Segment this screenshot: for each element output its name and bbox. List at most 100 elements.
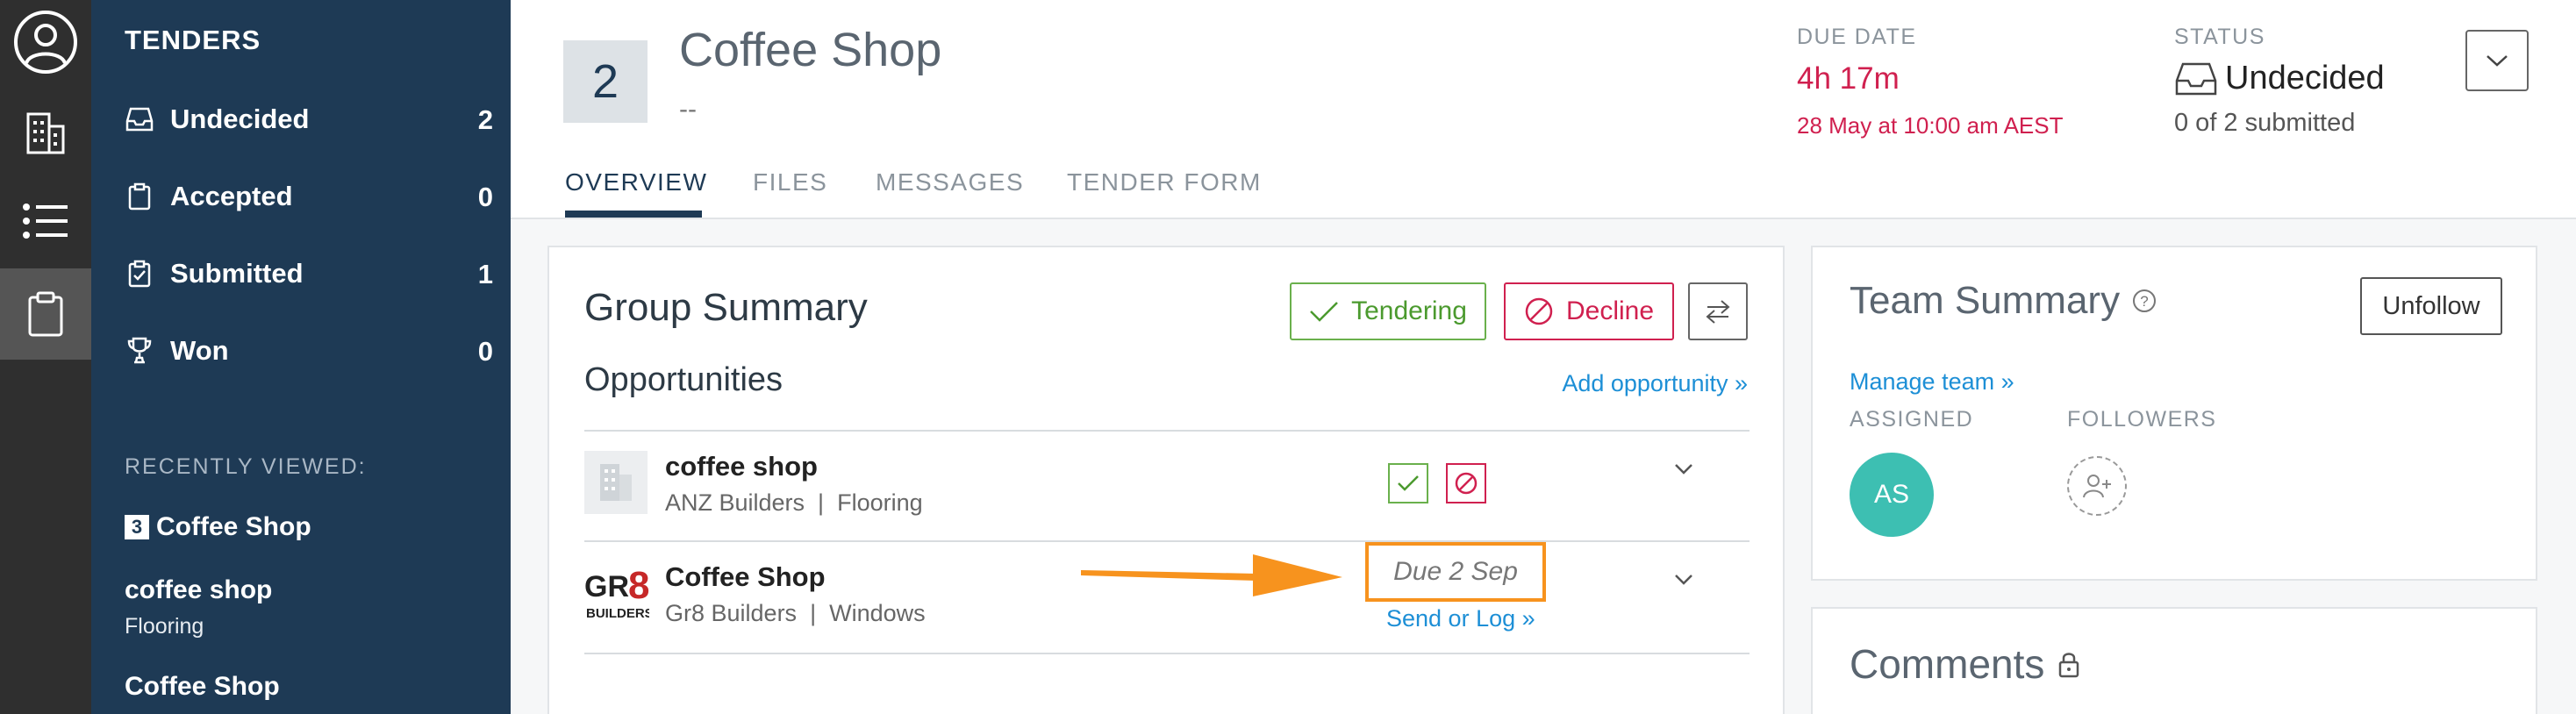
sidebar-item-count: 1 [477,259,493,289]
inbox-icon [2174,61,2218,96]
decline-opportunity-button[interactable] [1446,463,1486,503]
sidebar-item-label: Won [170,335,229,366]
swap-arrows-icon [1704,299,1732,324]
avatar[interactable]: AS [1850,453,1934,537]
divider [584,430,1750,432]
recent-item-label: Coffee Shop [156,512,311,541]
tab-files[interactable]: FILES [753,168,827,196]
status-value: Undecided [2174,60,2385,97]
list-icon[interactable] [0,189,91,253]
tender-number-badge: 3 [125,515,149,539]
due-countdown: 4h 17m [1797,61,1900,96]
chevron-down-icon[interactable] [1671,456,1697,482]
unfollow-button[interactable]: Unfollow [2360,277,2502,335]
due-date-highlight: Due 2 Sep [1365,542,1546,602]
icon-rail [0,0,91,714]
checkmark-icon [1397,475,1420,492]
company-name: ANZ Builders [665,489,805,516]
recently-viewed-title: RECENTLY VIEWED: [125,454,367,479]
user-profile-icon[interactable] [0,5,91,79]
decline-icon [1524,296,1554,326]
comments-card: Comments [1811,607,2537,714]
manage-team-link[interactable]: Manage team » [1850,368,2014,396]
actions-dropdown-button[interactable] [2465,30,2529,91]
clipboard-icon [125,182,154,211]
group-summary-card: Group Summary Tendering Decline Opportun… [547,246,1785,714]
sidebar: TENDERS Undecided 2 Accepted 0 Submitted… [91,0,511,714]
group-summary-title: Group Summary [584,286,868,329]
tab-tender-form[interactable]: TENDER FORM [1067,168,1262,196]
clipboard-icon[interactable] [0,268,91,360]
opportunities-title: Opportunities [584,361,784,398]
building-icon[interactable] [0,102,91,165]
transfer-button[interactable] [1688,282,1748,340]
add-opportunity-link[interactable]: Add opportunity » [1562,370,1748,397]
svg-text:8: 8 [628,565,649,607]
comments-title: Comments [1850,640,2081,688]
divider [584,653,1750,654]
trophy-icon [125,336,154,366]
followers-label: FOLLOWERS [2067,407,2217,432]
recent-item-label: coffee shop [125,575,273,604]
page-header: 2 Coffee Shop -- DUE DATE 4h 17m 28 May … [511,0,2576,219]
tendering-label: Tendering [1351,296,1467,325]
sidebar-item-label: Accepted [170,181,293,211]
opportunity-meta: Gr8 Builders | Windows [665,600,926,626]
sidebar-title: TENDERS [125,25,261,55]
tender-number: 2 [563,40,648,123]
recent-item[interactable]: coffee shop [125,575,272,605]
divider [584,540,1750,542]
add-follower-icon[interactable] [2067,456,2127,516]
sidebar-item-count: 2 [477,104,493,135]
opportunity-name[interactable]: coffee shop [665,451,818,482]
lock-icon [2057,650,2081,678]
tab-messages[interactable]: MESSAGES [876,168,1024,196]
chevron-down-icon [2486,54,2508,68]
status-text: Undecided [2225,60,2385,96]
inbox-icon [125,104,154,134]
tendering-button[interactable]: Tendering [1290,282,1486,340]
sidebar-item-accepted[interactable]: Accepted 0 [125,170,493,223]
send-or-log-link[interactable]: Send or Log » [1386,605,1535,632]
comments-title-text: Comments [1850,641,2045,687]
trade-name: Windows [829,600,926,626]
tab-overview[interactable]: OVERVIEW [565,168,707,196]
team-summary-title-text: Team Summary [1850,279,2121,322]
chevron-down-icon[interactable] [1671,567,1697,593]
recent-item-sub: Flooring [125,614,204,639]
svg-text:?: ? [2140,293,2148,310]
sidebar-item-label: Undecided [170,104,310,134]
sidebar-item-submitted[interactable]: Submitted 1 [125,247,493,300]
submission-count: 0 of 2 submitted [2174,109,2356,137]
decline-button[interactable]: Decline [1504,282,1674,340]
decline-label: Decline [1565,296,1655,325]
recent-item[interactable]: 3 Coffee Shop [125,512,311,542]
status-label: STATUS [2174,25,2265,49]
opportunity-name[interactable]: Coffee Shop [665,561,826,593]
help-icon[interactable]: ? [2132,289,2157,313]
page-title: Coffee Shop [679,24,942,76]
opportunity-meta: ANZ Builders | Flooring [665,489,923,516]
decline-icon [1454,471,1478,496]
due-date-label: DUE DATE [1797,25,1917,49]
trade-name: Flooring [837,489,923,516]
building-icon [584,451,648,514]
recent-item[interactable]: Coffee Shop [125,672,280,702]
company-name: Gr8 Builders [665,600,798,626]
page-subtitle: -- [679,95,697,124]
recent-item-label: Coffee Shop [125,672,280,701]
gr8-builders-logo: GR 8 BUILDERS [584,564,654,621]
assigned-label: ASSIGNED [1850,407,1974,432]
team-summary-title: Team Summary ? [1850,279,2157,323]
accept-opportunity-button[interactable] [1388,463,1428,503]
sidebar-item-label: Submitted [170,258,304,289]
svg-text:BUILDERS: BUILDERS [586,606,649,621]
due-date-value: 28 May at 10:00 am AEST [1797,112,2064,139]
sidebar-item-won[interactable]: Won 0 [125,325,493,377]
sidebar-item-undecided[interactable]: Undecided 2 [125,93,493,146]
annotation-arrow [1081,554,1342,596]
sidebar-item-count: 0 [477,336,493,367]
svg-text:GR: GR [584,570,629,603]
sidebar-item-count: 0 [477,182,493,212]
checkmark-icon [1309,300,1339,323]
